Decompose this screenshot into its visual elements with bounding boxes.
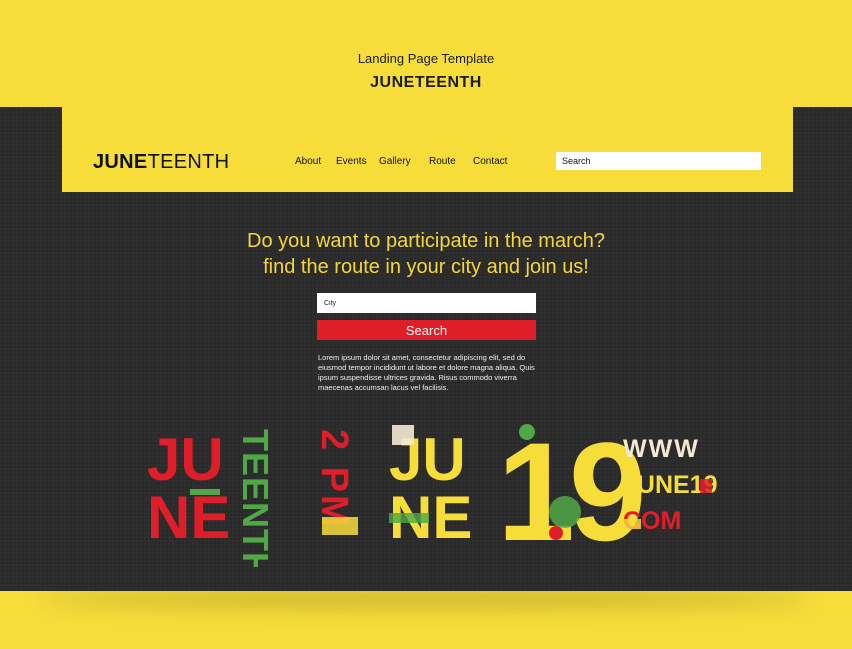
mockup-shadow <box>40 590 812 608</box>
art-web-www: WWW <box>623 435 700 463</box>
nav-route[interactable]: Route <box>429 156 456 167</box>
template-title: JUNETEENTH <box>370 74 482 91</box>
site-logo[interactable]: JUNETEENTH <box>93 151 229 174</box>
art-ju-1: JU <box>147 426 224 493</box>
hero-headline-line1: Do you want to participate in the march? <box>247 230 605 252</box>
art-day-19: 19 <box>497 417 642 567</box>
hero-headline: Do you want to participate in the march?… <box>0 228 852 280</box>
route-search-button[interactable]: Search <box>317 320 536 340</box>
art-teenth-vertical: TEENTH <box>235 429 276 567</box>
art-circle-green-small <box>519 424 535 440</box>
art-2pm-vertical: 2 PM <box>313 429 355 530</box>
nav-about[interactable]: About <box>295 156 321 167</box>
nav-events[interactable]: Events <box>336 156 367 167</box>
nav-contact[interactable]: Contact <box>473 156 507 167</box>
juneteenth-artwork: JU JU NE TEENTH 2 PM JU NE 19 WWW JUNE19 <box>0 417 852 567</box>
template-subtitle: Landing Page Template <box>357 51 495 66</box>
header-search-input[interactable] <box>556 152 761 170</box>
art-accent-red <box>700 479 712 493</box>
artwork-svg: JU JU NE TEENTH 2 PM JU NE 19 WWW JUNE19 <box>147 417 718 567</box>
template-caption: Landing Page Template JUNETEENTH <box>0 50 852 92</box>
nav-gallery[interactable]: Gallery <box>379 156 411 167</box>
hero-headline-line2: find the route in your city and join us! <box>263 256 589 278</box>
logo-bold: JUNE <box>93 151 148 173</box>
art-circle-green <box>549 496 581 528</box>
art-accent-yellow-2 <box>623 519 641 529</box>
art-accent-cream <box>392 425 414 445</box>
hero-description: Lorem ipsum dolor sit amet, consectetur … <box>318 353 535 392</box>
logo-rest: TEENTH <box>147 151 230 173</box>
art-accent-green <box>190 489 220 495</box>
art-accent-yellow <box>322 517 358 535</box>
art-circle-red <box>549 526 563 540</box>
city-input[interactable] <box>317 293 536 313</box>
art-accent-green-2 <box>389 513 429 523</box>
landing-page-mockup: JUNETEENTH About Events Gallery Route Co… <box>0 107 852 591</box>
site-header: JUNETEENTH About Events Gallery Route Co… <box>62 107 793 192</box>
